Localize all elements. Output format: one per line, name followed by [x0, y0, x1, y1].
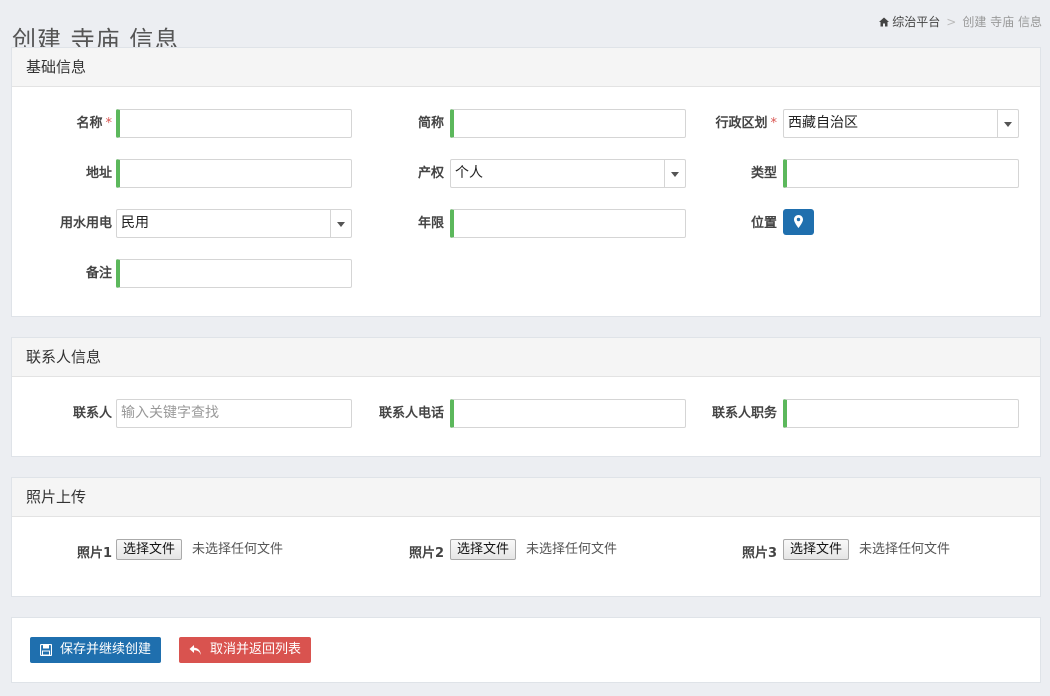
breadcrumb-separator: >: [946, 14, 957, 29]
photo1-status: 未选择任何文件: [192, 542, 284, 557]
years-label: 年限: [417, 216, 444, 231]
years-input[interactable]: [450, 209, 686, 238]
basic-info-panel: 基础信息 名称 * 简称 行政区划 * 西藏自治区 地址 产权 个人 类型 用水用电…: [11, 47, 1041, 317]
contact-info-heading: 联系人信息: [12, 338, 1040, 377]
region-select[interactable]: 西藏自治区: [783, 109, 1019, 138]
photo2-choose-button[interactable]: 选择文件: [450, 539, 517, 560]
cancel-return-label: 取消并返回列表: [210, 642, 302, 657]
photo2-label: 照片2: [408, 546, 444, 561]
contact-phone-input[interactable]: [450, 399, 686, 428]
basic-row-4: 备注: [12, 259, 1040, 289]
name-input[interactable]: [116, 109, 352, 138]
photo3-label: 照片3: [741, 546, 777, 561]
name-label: 名称 *: [12, 109, 112, 139]
save-continue-label: 保存并继续创建: [60, 642, 152, 657]
photo-upload-panel: 照片上传 照片1 选择文件 未选择任何文件 照片2 选择文件 未选择任何文件 照…: [11, 477, 1041, 597]
property-select[interactable]: 个人: [450, 159, 686, 188]
type-label: 类型: [750, 166, 777, 181]
contact-position-label: 联系人职务: [711, 406, 777, 421]
remark-label: 备注: [85, 266, 112, 281]
breadcrumb-home[interactable]: 综治平台: [879, 13, 940, 30]
cancel-return-button[interactable]: 取消并返回列表: [179, 637, 312, 663]
name-label-text: 名称: [76, 116, 103, 131]
short-name-label: 简称: [417, 116, 444, 131]
contact-info-panel: 联系人信息 联系人 输入关键字查找 联系人电话 联系人职务: [11, 337, 1041, 457]
utility-select-value: 民用: [121, 215, 149, 231]
address-label: 地址: [85, 166, 112, 181]
utility-label: 用水用电: [59, 216, 112, 231]
name-required-mark: *: [105, 116, 113, 131]
location-button[interactable]: [783, 209, 814, 235]
contact-phone-label: 联系人电话: [378, 406, 444, 421]
contact-position-input[interactable]: [783, 399, 1019, 428]
region-label-text: 行政区划: [715, 116, 768, 131]
contact-person-label: 联系人: [72, 406, 112, 421]
save-icon: [40, 644, 52, 656]
breadcrumb: 综治平台 > 创建 寺庙 信息: [879, 13, 1042, 30]
photo1-label: 照片1: [76, 546, 112, 561]
photo-row: 照片1 选择文件 未选择任何文件 照片2 选择文件 未选择任何文件 照片3 选择…: [12, 539, 1040, 569]
address-input[interactable]: [116, 159, 352, 188]
remark-input[interactable]: [116, 259, 352, 288]
region-select-value: 西藏自治区: [788, 115, 858, 131]
region-required-mark: *: [770, 116, 778, 131]
type-input[interactable]: [783, 159, 1019, 188]
home-icon: [879, 17, 890, 26]
photo3-status: 未选择任何文件: [859, 542, 951, 557]
photo3-choose-button[interactable]: 选择文件: [783, 539, 850, 560]
contact-person-placeholder: 输入关键字查找: [121, 405, 219, 421]
contact-person-input[interactable]: 输入关键字查找: [116, 399, 352, 428]
location-label: 位置: [750, 216, 777, 231]
photo-upload-heading: 照片上传: [12, 478, 1040, 517]
basic-row-1: 名称 * 简称 行政区划 * 西藏自治区: [12, 109, 1040, 139]
basic-info-heading: 基础信息: [12, 48, 1040, 87]
property-label: 产权: [417, 166, 444, 181]
photo1-choose-button[interactable]: 选择文件: [116, 539, 183, 560]
contact-row: 联系人 输入关键字查找 联系人电话 联系人职务: [12, 399, 1040, 429]
save-continue-button[interactable]: 保存并继续创建: [30, 637, 162, 663]
actions-panel: 保存并继续创建 取消并返回列表: [11, 617, 1041, 683]
breadcrumb-current: 创建 寺庙 信息: [962, 15, 1042, 29]
photo2-status: 未选择任何文件: [526, 542, 618, 557]
undo-icon: [189, 645, 201, 655]
property-select-value: 个人: [455, 165, 483, 181]
region-label: 行政区划 *: [677, 109, 777, 139]
short-name-input[interactable]: [450, 109, 686, 138]
utility-select[interactable]: 民用: [116, 209, 352, 238]
chevron-down-icon[interactable]: [997, 110, 1018, 137]
breadcrumb-home-label: 综治平台: [892, 15, 941, 29]
map-marker-icon: [794, 215, 803, 228]
basic-row-3: 用水用电 民用 年限 位置: [12, 209, 1040, 239]
basic-row-2: 地址 产权 个人 类型: [12, 159, 1040, 189]
